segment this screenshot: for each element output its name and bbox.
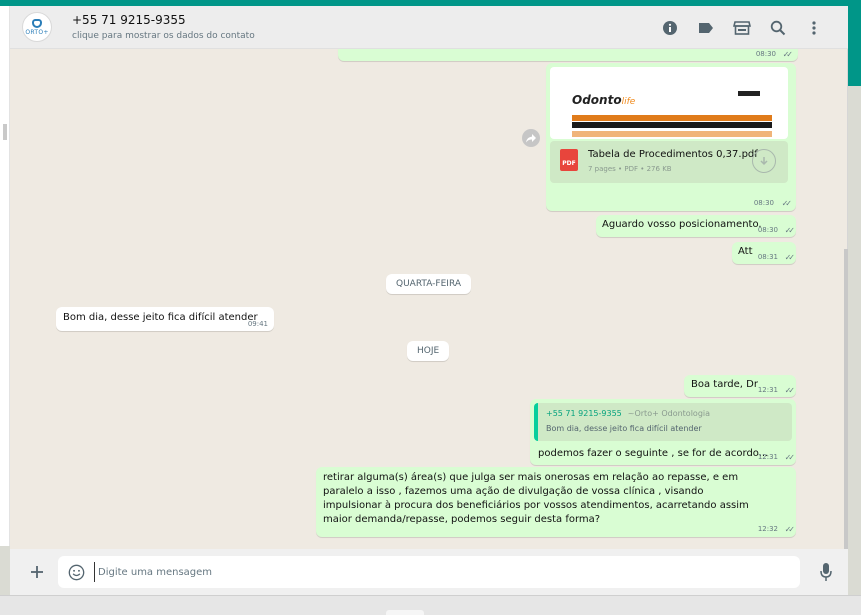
pdf-details[interactable]: PDF Tabela de Procedimentos 0,37.pdf 7 p… xyxy=(550,141,788,183)
emoji-icon[interactable] xyxy=(68,564,85,581)
store-icon xyxy=(733,20,751,35)
message-text: Boa tarde, Dr xyxy=(691,379,758,390)
date-divider: HOJE xyxy=(407,341,450,361)
date-divider: QUARTA-FEIRA xyxy=(386,274,471,294)
forward-icon xyxy=(526,133,536,142)
info-button[interactable] xyxy=(652,13,688,43)
attach-button[interactable] xyxy=(22,557,52,587)
download-button[interactable] xyxy=(752,149,776,173)
label-icon xyxy=(699,22,713,33)
message-input[interactable] xyxy=(94,562,784,582)
contact-info[interactable]: +55 71 9215-9355 clique para mostrar os … xyxy=(72,13,255,41)
message-time: 12:31 xyxy=(757,386,778,394)
conversation-panel: ORTO+ +55 71 9215-9355 clique para mostr… xyxy=(10,6,848,595)
composer xyxy=(10,549,848,595)
read-ticks-icon: ✓✓ xyxy=(782,50,794,59)
download-icon xyxy=(760,157,768,166)
pdf-preview-band xyxy=(572,115,772,121)
search-icon xyxy=(770,20,786,35)
contact-name: +55 71 9215-9355 xyxy=(72,13,186,27)
read-ticks-icon: ✓✓ xyxy=(784,386,796,395)
message-time: 08:31 xyxy=(757,253,778,261)
contact-subtitle: clique para mostrar os dados do contato xyxy=(72,31,255,41)
pdf-preview-tag xyxy=(738,91,760,96)
message-time: 09:41 xyxy=(247,320,268,328)
message-time: 08:30 xyxy=(757,226,778,234)
document-message[interactable]: Odontolife PDF Tabela de Procedimentos 0… xyxy=(546,63,796,211)
tooth-icon xyxy=(32,18,42,28)
quoted-author: +55 71 9215-9355 ~Orto+ Odontologia xyxy=(546,409,711,418)
message-box[interactable] xyxy=(58,556,800,588)
search-button[interactable] xyxy=(760,13,796,43)
header-actions xyxy=(652,6,832,49)
pdf-preview-row xyxy=(572,131,772,137)
message-bubble-outgoing[interactable]: retirar alguma(s) área(s) que julga ser … xyxy=(316,467,796,537)
message-text: Att xyxy=(738,246,753,257)
conversation-header[interactable]: ORTO+ +55 71 9215-9355 clique para mostr… xyxy=(10,6,848,49)
pdf-thumbnail[interactable]: Odontolife xyxy=(550,67,788,139)
menu-icon xyxy=(812,20,816,35)
label-button[interactable] xyxy=(688,13,724,43)
message-list[interactable]: 08:30 ✓✓ Odontolife PDF Tabela de Proced… xyxy=(10,49,848,549)
read-ticks-icon: ✓✓ xyxy=(784,226,796,235)
message-text: retirar alguma(s) área(s) que julga ser … xyxy=(323,472,749,525)
quoted-message[interactable]: +55 71 9215-9355 ~Orto+ Odontologia Bom d… xyxy=(534,403,792,441)
message-bubble-outgoing[interactable]: Aguardo vosso posicionamento. 08:30 ✓✓ xyxy=(596,215,796,237)
read-ticks-icon: ✓✓ xyxy=(784,253,796,262)
read-ticks-icon: ✓✓ xyxy=(784,453,796,462)
pdf-file-info: 7 pages • PDF • 276 KB xyxy=(588,165,672,173)
message-time: 12:31 xyxy=(757,453,778,461)
message-bubble-outgoing[interactable]: Boa tarde, Dr 12:31 ✓✓ xyxy=(684,375,796,397)
message-text: Aguardo vosso posicionamento. xyxy=(602,219,762,230)
chat-list-scroll-mark xyxy=(3,124,7,140)
message-time: 08:30 xyxy=(753,199,774,207)
message-time: 12:32 xyxy=(757,525,778,533)
message-text: Bom dia, desse jeito fica difícil atende… xyxy=(63,312,258,323)
pdf-file-name: Tabela de Procedimentos 0,37.pdf xyxy=(588,149,758,160)
pdf-preview-band xyxy=(572,122,772,128)
pdf-preview-logo: Odontolife xyxy=(572,93,636,107)
plus-icon xyxy=(31,566,43,578)
catalog-button[interactable] xyxy=(724,13,760,43)
read-ticks-icon: ✓✓ xyxy=(784,525,796,534)
message-time: 08:30 xyxy=(755,50,776,58)
message-text: podemos fazer o seguinte , se for de aco… xyxy=(538,448,769,459)
forward-button[interactable] xyxy=(522,129,540,147)
quoted-text: Bom dia, desse jeito fica difícil atende… xyxy=(546,424,702,433)
chat-list-edge xyxy=(0,6,10,546)
taskbar-strip xyxy=(0,595,861,615)
read-ticks-icon: ✓✓ xyxy=(781,199,793,208)
message-bubble-outgoing[interactable]: Att 08:31 ✓✓ xyxy=(732,242,796,264)
taskbar-tab[interactable] xyxy=(386,610,424,615)
chat-scrollbar[interactable] xyxy=(844,249,848,549)
reply-message[interactable]: +55 71 9215-9355 ~Orto+ Odontologia Bom d… xyxy=(530,399,796,465)
microphone-icon xyxy=(820,563,832,581)
menu-button[interactable] xyxy=(796,13,832,43)
window-accent-side xyxy=(847,0,861,86)
avatar[interactable]: ORTO+ xyxy=(22,12,52,42)
avatar-label: ORTO+ xyxy=(25,28,49,36)
voice-message-button[interactable] xyxy=(818,559,834,585)
info-icon xyxy=(663,20,677,35)
pdf-file-icon: PDF xyxy=(560,149,578,171)
message-bubble-incoming[interactable]: Bom dia, desse jeito fica difícil atende… xyxy=(56,307,274,331)
message-bubble-outgoing[interactable]: 08:30 ✓✓ xyxy=(338,49,798,61)
